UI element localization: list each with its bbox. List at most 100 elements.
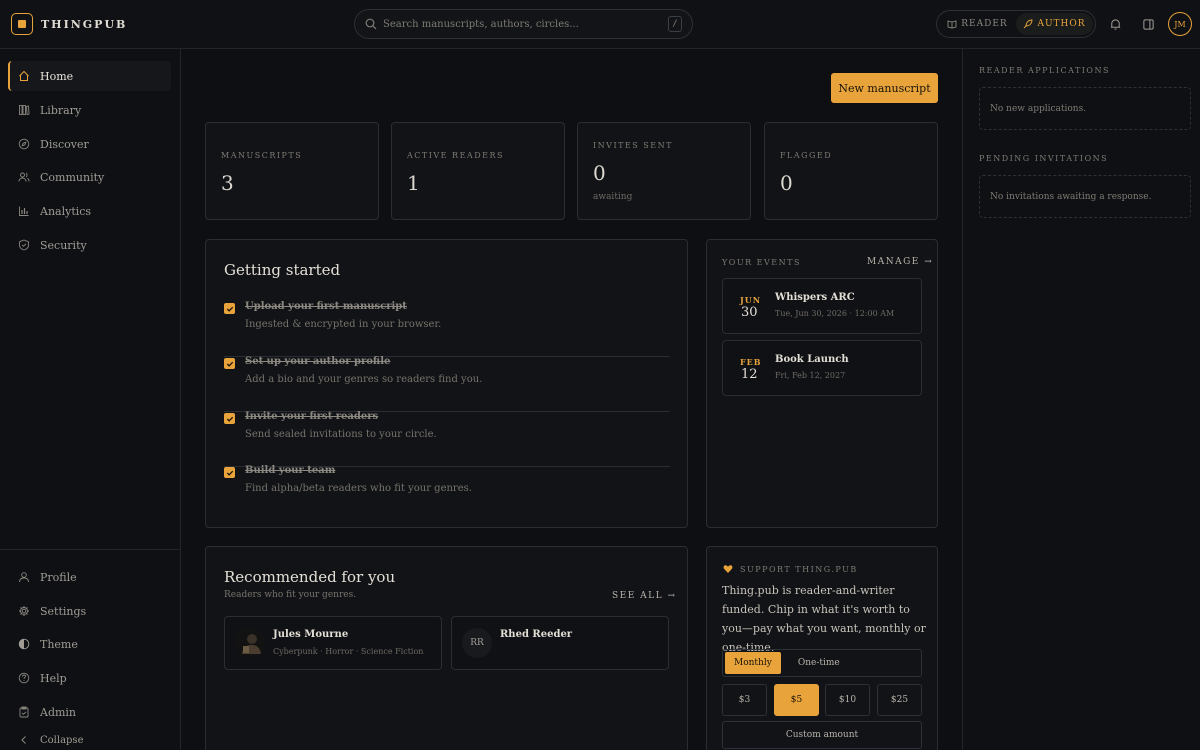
getting-started-card: Getting started Upload your first manusc… (205, 239, 688, 528)
manage-events-link[interactable]: MANAGE → (867, 257, 933, 267)
event-day: 30 (741, 305, 758, 320)
sidebar-item-discover[interactable]: Discover (8, 129, 171, 159)
amount-button[interactable]: $5 (774, 684, 819, 716)
stat-card-manuscripts[interactable]: MANUSCRIPTS 3 (205, 122, 379, 220)
support-label: SUPPORT THING.PUB (740, 565, 858, 574)
clipboard-icon (19, 706, 29, 718)
sidebar-item-settings[interactable]: Settings (8, 596, 171, 626)
checkbox-checked-icon[interactable] (224, 303, 235, 314)
events-label: YOUR EVENTS (722, 258, 801, 267)
event-item[interactable]: JUN 30 Whispers ARC Tue, Jun 30, 2026 · … (722, 278, 922, 334)
sidebar-collapse-button[interactable]: Collapse (8, 730, 171, 750)
checklist-item-title: Build your team (245, 465, 336, 476)
checklist-item-subtitle: Ingested & encrypted in your browser. (245, 319, 442, 330)
events-card: YOUR EVENTS MANAGE → JUN 30 Whispers ARC… (706, 239, 938, 528)
sidebar-item-label: Settings (40, 604, 87, 618)
sidebar-item-label: Discover (40, 137, 89, 151)
reader-card[interactable]: RR Rhed Reeder (451, 616, 669, 670)
sidebar-item-theme[interactable]: Theme (8, 629, 171, 659)
sidebar-item-label: Admin (40, 705, 77, 719)
stat-card-flagged[interactable]: FLAGGED 0 (764, 122, 938, 220)
shield-icon (19, 239, 29, 251)
sidebar-item-security[interactable]: Security (8, 230, 171, 260)
sidebar-item-library[interactable]: Library (8, 95, 171, 125)
stat-card-active-readers[interactable]: ACTIVE READERS 1 (391, 122, 565, 220)
reader-name: Jules Mourne (273, 629, 349, 640)
author-mode-button[interactable]: AUTHOR (1016, 13, 1093, 35)
mode-toggle: READER AUTHOR (936, 10, 1096, 38)
library-icon (19, 105, 30, 116)
reader-name: Rhed Reeder (500, 629, 573, 640)
see-all-link[interactable]: SEE ALL → (612, 591, 677, 601)
pending-invitations-label: PENDING INVITATIONS (979, 154, 1109, 163)
sidebar-item-label: Profile (40, 570, 77, 584)
brand[interactable]: THINGPUB (11, 13, 127, 35)
checkbox-checked-icon[interactable] (224, 467, 235, 478)
event-month: FEB (740, 357, 762, 367)
stat-label: ACTIVE READERS (407, 151, 504, 160)
stat-value: 3 (221, 171, 234, 195)
stat-subtext: awaiting (593, 192, 633, 202)
brand-logo-icon (11, 13, 33, 35)
sidebar-item-help[interactable]: Help (8, 663, 171, 693)
monthly-button[interactable]: Monthly (725, 652, 781, 674)
checklist-item[interactable]: Set up your author profile Add a bio and… (224, 356, 670, 412)
event-month: JUN (740, 295, 762, 305)
reader-card[interactable]: Jules Mourne Cyberpunk · Horror · Scienc… (224, 616, 442, 670)
book-icon (947, 20, 957, 29)
amount-button[interactable]: $3 (722, 684, 767, 716)
sidebar-item-analytics[interactable]: Analytics (8, 196, 171, 226)
quill-icon (1024, 19, 1033, 29)
reader-applications-label: READER APPLICATIONS (979, 66, 1110, 75)
event-datetime: Tue, Jun 30, 2026 · 12:00 AM (775, 309, 895, 318)
checklist-item[interactable]: Build your team Find alpha/beta readers … (224, 465, 670, 521)
checklist-item-title: Upload your first manuscript (245, 301, 407, 312)
sidebar-item-label: Community (40, 170, 105, 184)
chevron-left-icon (21, 736, 26, 744)
stat-label: INVITES SENT (593, 141, 673, 150)
sidebar-item-admin[interactable]: Admin (8, 697, 171, 727)
sidebar-item-label: Analytics (40, 204, 92, 218)
brand-name: THINGPUB (41, 17, 128, 31)
stat-card-invites-sent[interactable]: INVITES SENT 0 awaiting (577, 122, 751, 220)
user-icon (19, 572, 29, 583)
one-time-button[interactable]: One-time (789, 652, 849, 674)
sidebar-item-label: Security (40, 238, 87, 252)
search-shortcut-hint: / (668, 16, 682, 32)
search-bar[interactable]: / (354, 9, 693, 39)
reader-genres: Cyberpunk · Horror · Science Fiction (273, 647, 424, 656)
sidebar-item-label: Theme (40, 637, 78, 651)
event-datetime: Fri, Feb 12, 2027 (775, 371, 846, 380)
frequency-toggle: Monthly One-time (722, 649, 922, 677)
checklist-item-subtitle: Send sealed invitations to your circle. (245, 429, 437, 440)
compass-icon (18, 138, 30, 150)
sidebar-item-label: Help (40, 671, 67, 685)
sidebar-item-home[interactable]: Home (8, 61, 171, 91)
notifications-button[interactable] (1106, 15, 1124, 33)
amount-button[interactable]: $10 (825, 684, 870, 716)
checkbox-checked-icon[interactable] (224, 358, 235, 369)
amount-button[interactable]: $25 (877, 684, 922, 716)
sidebar-item-profile[interactable]: Profile (8, 562, 171, 592)
custom-amount-button[interactable]: Custom amount (722, 721, 922, 749)
top-bar: THINGPUB / READER AUTHOR JM (0, 0, 1200, 49)
panel-icon (1142, 18, 1154, 30)
heart-icon (723, 565, 733, 573)
search-icon (365, 18, 377, 30)
reader-mode-label: READER (961, 19, 1008, 29)
checklist-item[interactable]: Invite your first readers Send sealed in… (224, 411, 670, 467)
event-item[interactable]: FEB 12 Book Launch Fri, Feb 12, 2027 (722, 340, 922, 396)
sidebar-item-community[interactable]: Community (8, 162, 171, 192)
checklist-item-title: Set up your author profile (245, 356, 391, 367)
checklist-item-subtitle: Add a bio and your genres so readers fin… (245, 374, 483, 385)
user-avatar[interactable]: JM (1168, 12, 1192, 36)
reader-mode-button[interactable]: READER (939, 13, 1016, 35)
sidebar-item-label: Collapse (40, 734, 84, 746)
checkbox-checked-icon[interactable] (224, 413, 235, 424)
home-icon (19, 70, 29, 81)
checklist-item[interactable]: Upload your first manuscript Ingested & … (224, 301, 670, 357)
contrast-icon (18, 638, 30, 650)
search-input[interactable] (383, 18, 668, 30)
new-manuscript-button[interactable]: New manuscript (831, 73, 938, 103)
toggle-panel-button[interactable] (1139, 15, 1157, 33)
